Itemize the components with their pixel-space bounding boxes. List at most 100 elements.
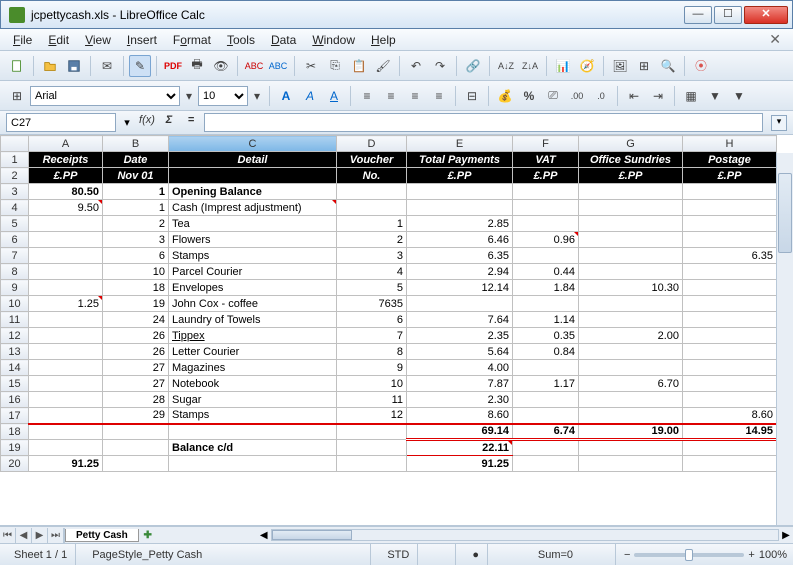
merge-button[interactable]: ⊟ bbox=[461, 85, 483, 107]
zoom-slider[interactable] bbox=[634, 553, 744, 557]
vertical-scrollbar[interactable] bbox=[776, 153, 793, 525]
sheet-tab[interactable]: Petty Cash bbox=[65, 529, 139, 542]
percent-button[interactable]: % bbox=[518, 85, 540, 107]
new-button[interactable] bbox=[6, 55, 28, 77]
row-header[interactable]: 2 bbox=[1, 168, 29, 184]
edit-mode-button[interactable]: ✎ bbox=[129, 55, 151, 77]
row-header[interactable]: 17 bbox=[1, 408, 29, 424]
cell[interactable] bbox=[337, 184, 407, 200]
cell[interactable]: 6.46 bbox=[407, 232, 513, 248]
menu-view[interactable]: View bbox=[78, 31, 118, 49]
row-header[interactable]: 3 bbox=[1, 184, 29, 200]
cell[interactable] bbox=[579, 344, 683, 360]
cell[interactable] bbox=[29, 312, 103, 328]
cell[interactable]: 5.64 bbox=[407, 344, 513, 360]
row-header[interactable]: 18 bbox=[1, 424, 29, 440]
cell[interactable] bbox=[29, 344, 103, 360]
cell[interactable]: 4.00 bbox=[407, 360, 513, 376]
sort-asc-button[interactable]: A↓Z bbox=[495, 55, 517, 77]
cell[interactable]: 11 bbox=[337, 392, 407, 408]
row-header[interactable]: 13 bbox=[1, 344, 29, 360]
cell[interactable] bbox=[513, 392, 579, 408]
cell[interactable] bbox=[579, 232, 683, 248]
cell[interactable]: 24 bbox=[103, 312, 169, 328]
add-sheet-button[interactable]: ✚ bbox=[139, 530, 157, 541]
cell[interactable]: 1 bbox=[337, 216, 407, 232]
cell[interactable] bbox=[683, 328, 777, 344]
cell[interactable]: 1.25 bbox=[29, 296, 103, 312]
row-header[interactable]: 16 bbox=[1, 392, 29, 408]
cell[interactable]: Stamps bbox=[169, 408, 337, 424]
status-sum[interactable]: Sum=0 bbox=[496, 544, 616, 565]
navigator-button[interactable]: 🧭 bbox=[576, 55, 598, 77]
sum-button[interactable]: Σ bbox=[160, 114, 178, 132]
row-header[interactable]: 11 bbox=[1, 312, 29, 328]
bgcolor-button[interactable]: ▼ bbox=[704, 85, 726, 107]
cell[interactable] bbox=[513, 200, 579, 216]
minimize-button[interactable]: — bbox=[684, 6, 712, 24]
autospell-button[interactable]: ABC bbox=[267, 55, 289, 77]
cell[interactable]: Laundry of Towels bbox=[169, 312, 337, 328]
cell[interactable] bbox=[513, 248, 579, 264]
row-header[interactable]: 10 bbox=[1, 296, 29, 312]
cell[interactable] bbox=[29, 280, 103, 296]
cell[interactable]: 10 bbox=[103, 264, 169, 280]
cut-button[interactable]: ✂ bbox=[300, 55, 322, 77]
standard-fmt-button[interactable]: ⎚ bbox=[542, 85, 564, 107]
cell-reference-input[interactable] bbox=[6, 113, 116, 132]
cell[interactable] bbox=[513, 296, 579, 312]
row-header[interactable]: 14 bbox=[1, 360, 29, 376]
cell[interactable]: 12.14 bbox=[407, 280, 513, 296]
cell[interactable]: 27 bbox=[103, 360, 169, 376]
cell[interactable] bbox=[683, 264, 777, 280]
cell[interactable] bbox=[513, 408, 579, 424]
cell[interactable]: 6.35 bbox=[683, 248, 777, 264]
cell[interactable]: 5 bbox=[337, 280, 407, 296]
cell[interactable] bbox=[579, 200, 683, 216]
cell[interactable]: 0.35 bbox=[513, 328, 579, 344]
cell[interactable]: 3 bbox=[337, 248, 407, 264]
cell[interactable]: 1 bbox=[103, 200, 169, 216]
cell[interactable] bbox=[29, 328, 103, 344]
cell[interactable]: Tea bbox=[169, 216, 337, 232]
cell[interactable] bbox=[407, 296, 513, 312]
cell[interactable]: 2 bbox=[103, 216, 169, 232]
cell[interactable] bbox=[513, 216, 579, 232]
maximize-button[interactable]: ☐ bbox=[714, 6, 742, 24]
cell[interactable]: 1 bbox=[103, 184, 169, 200]
align-center-button[interactable]: ≡ bbox=[380, 85, 402, 107]
cell[interactable] bbox=[579, 312, 683, 328]
cell[interactable]: 6 bbox=[337, 312, 407, 328]
row-header[interactable]: 4 bbox=[1, 200, 29, 216]
tab-prev-button[interactable]: ◀ bbox=[16, 528, 32, 543]
cell[interactable] bbox=[407, 184, 513, 200]
cell[interactable]: 7 bbox=[337, 328, 407, 344]
bold-button[interactable]: A bbox=[275, 85, 297, 107]
preview-button[interactable]: 👁 bbox=[210, 55, 232, 77]
cell[interactable] bbox=[29, 408, 103, 424]
tab-last-button[interactable]: ⏭ bbox=[48, 528, 64, 543]
cell[interactable]: 80.50 bbox=[29, 184, 103, 200]
styles-button[interactable]: ⊞ bbox=[6, 85, 28, 107]
cell[interactable] bbox=[337, 200, 407, 216]
cell[interactable]: Opening Balance bbox=[169, 184, 337, 200]
cell[interactable] bbox=[683, 216, 777, 232]
cell[interactable] bbox=[579, 296, 683, 312]
select-all-corner[interactable] bbox=[1, 136, 29, 152]
cell[interactable] bbox=[579, 408, 683, 424]
cell[interactable]: 1.84 bbox=[513, 280, 579, 296]
cell[interactable] bbox=[579, 392, 683, 408]
pdf-export-button[interactable]: PDF bbox=[162, 55, 184, 77]
cell[interactable]: 8.60 bbox=[683, 408, 777, 424]
menu-tools[interactable]: Tools bbox=[220, 31, 262, 49]
tab-next-button[interactable]: ▶ bbox=[32, 528, 48, 543]
hyperlink-button[interactable]: 🔗 bbox=[462, 55, 484, 77]
cell-grid[interactable]: A B C D E F G H 1 ReceiptsDateDetailVouc… bbox=[0, 135, 777, 472]
cell[interactable]: 7635 bbox=[337, 296, 407, 312]
cell[interactable]: 2.00 bbox=[579, 328, 683, 344]
cell[interactable]: 2 bbox=[337, 232, 407, 248]
add-decimal-button[interactable]: .00 bbox=[566, 85, 588, 107]
scrollbar-thumb[interactable] bbox=[778, 173, 792, 253]
zoom-out-button[interactable]: − bbox=[624, 549, 630, 561]
cell[interactable]: 6.70 bbox=[579, 376, 683, 392]
